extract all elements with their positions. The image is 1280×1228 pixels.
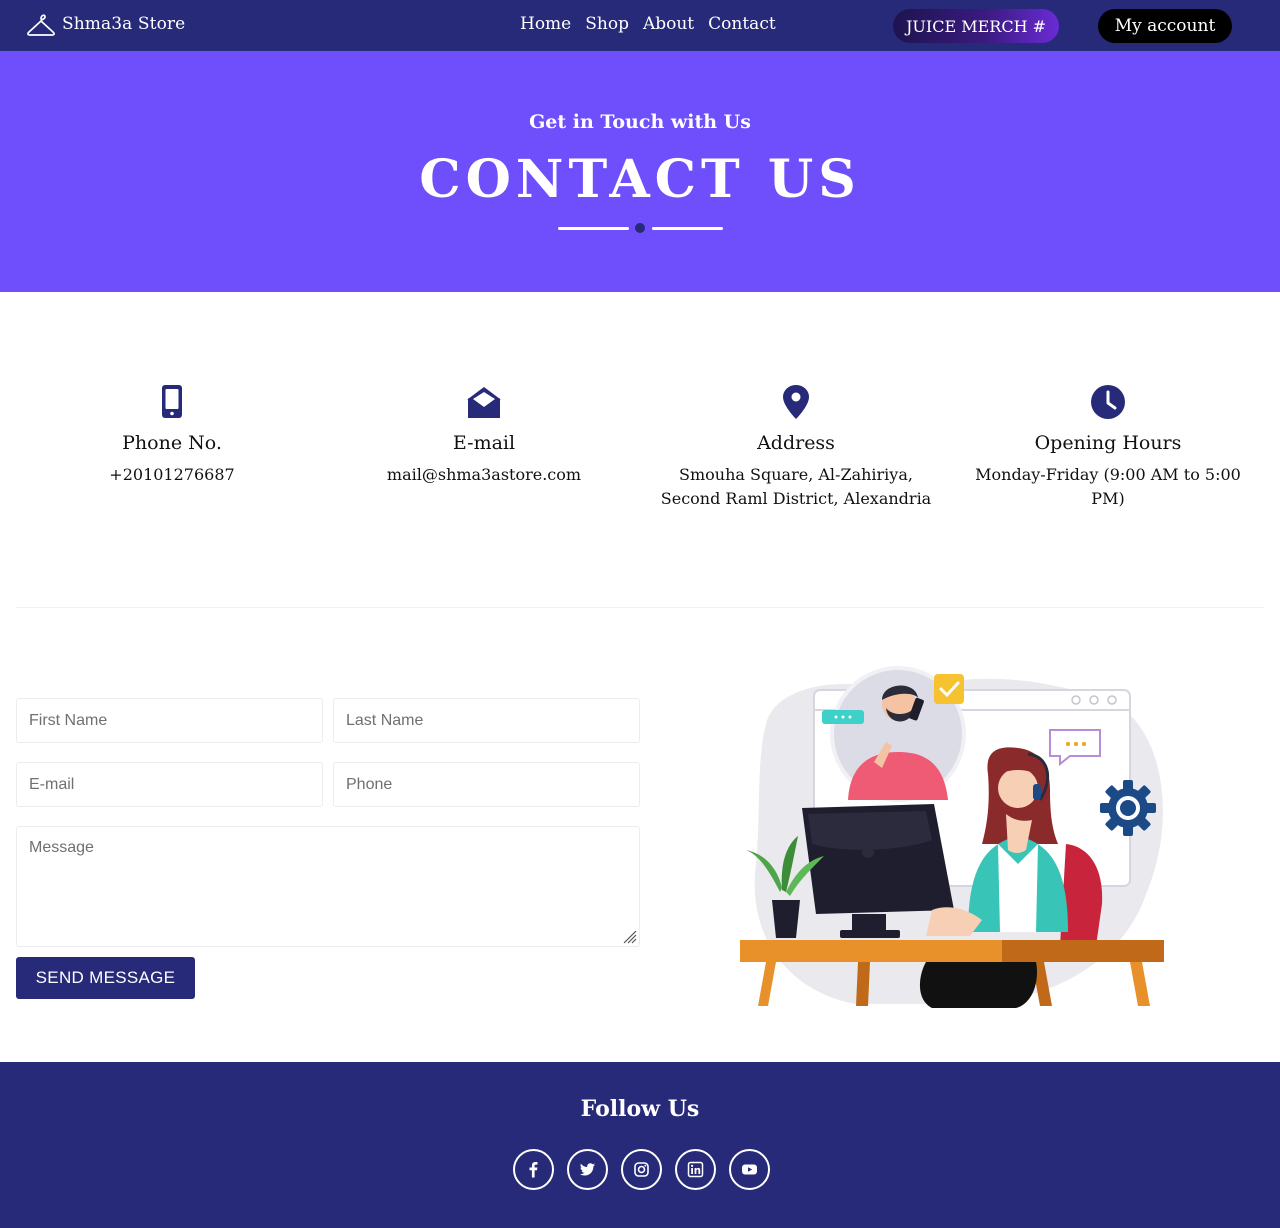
hanger-icon: [27, 14, 55, 36]
hero-banner: Get in Touch with Us CONTACT US: [0, 51, 1280, 292]
top-navbar: Shma3a Store Home Shop About Contact JUI…: [0, 0, 1280, 51]
facebook-link[interactable]: [513, 1149, 554, 1190]
resize-handle-icon[interactable]: [622, 929, 637, 944]
page-title: CONTACT US: [419, 149, 861, 210]
brand-logo[interactable]: Shma3a Store: [26, 10, 185, 38]
message-textarea[interactable]: [16, 826, 640, 947]
main-nav: Home Shop About Contact: [520, 14, 776, 34]
customer-support-illustration: [740, 666, 1164, 1008]
linkedin-link[interactable]: [675, 1149, 716, 1190]
follow-us-title: Follow Us: [580, 1096, 700, 1122]
email-address[interactable]: mail@shma3astore.com: [328, 463, 640, 487]
youtube-link[interactable]: [729, 1149, 770, 1190]
footer: Follow Us: [0, 1062, 1280, 1228]
title-divider: [558, 223, 724, 235]
info-phone: Phone No. +20101276687: [16, 384, 328, 487]
nav-link-contact[interactable]: Contact: [708, 14, 776, 34]
youtube-icon: [742, 1164, 757, 1175]
envelope-open-icon: [467, 387, 501, 418]
clock-icon: [1091, 385, 1125, 419]
nav-link-about[interactable]: About: [643, 14, 694, 34]
phone-input[interactable]: [333, 762, 640, 807]
opening-hours: Monday-Friday (9:00 AM to 5:00 PM): [975, 465, 1241, 508]
facebook-icon: [529, 1162, 538, 1178]
map-pin-icon: [783, 385, 809, 419]
my-account-button[interactable]: My account: [1098, 9, 1232, 43]
linkedin-icon: [687, 1161, 704, 1178]
info-title: Address: [757, 432, 835, 454]
phone-number[interactable]: +20101276687: [16, 463, 328, 487]
instagram-link[interactable]: [621, 1149, 662, 1190]
info-hours: Opening Hours Monday-Friday (9:00 AM to …: [952, 384, 1264, 511]
social-links: [513, 1149, 770, 1190]
info-email: E-mail mail@shma3astore.com: [328, 384, 640, 487]
info-title: Phone No.: [122, 432, 222, 454]
nav-link-home[interactable]: Home: [520, 14, 571, 34]
info-title: Opening Hours: [1034, 432, 1182, 454]
info-address: Address Smouha Square, Al-Zahiriya, Seco…: [640, 384, 952, 511]
twitter-icon: [579, 1163, 595, 1176]
twitter-link[interactable]: [567, 1149, 608, 1190]
mobile-phone-icon: [162, 385, 182, 418]
instagram-icon: [634, 1162, 649, 1177]
section-divider: [16, 607, 1264, 608]
street-address: Smouha Square, Al-Zahiriya, Second Raml …: [660, 465, 932, 508]
last-name-input[interactable]: [333, 698, 640, 743]
brand-name: Shma3a Store: [62, 14, 186, 34]
hero-subtitle: Get in Touch with Us: [529, 111, 751, 133]
juice-merch-button[interactable]: JUICE MERCH #: [893, 9, 1059, 43]
first-name-input[interactable]: [16, 698, 323, 743]
nav-link-shop[interactable]: Shop: [585, 14, 629, 34]
send-message-button[interactable]: SEND MESSAGE: [16, 957, 195, 999]
email-input[interactable]: [16, 762, 323, 807]
info-title: E-mail: [452, 432, 516, 454]
